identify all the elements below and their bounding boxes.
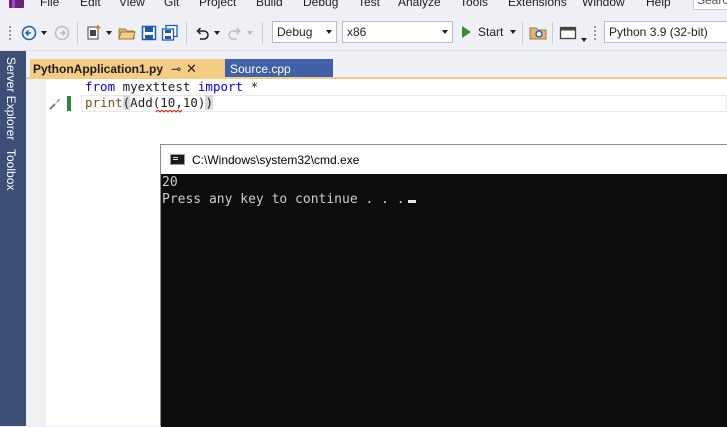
visual-studio-logo-icon xyxy=(9,0,24,8)
configuration-value: Debug xyxy=(277,25,313,39)
menu-project[interactable]: Project xyxy=(199,0,236,9)
menu-extensions[interactable]: Extensions xyxy=(508,0,567,9)
chevron-down-icon xyxy=(442,30,448,34)
window-layout-icon[interactable] xyxy=(559,24,577,42)
tab-source-cpp[interactable]: Source.cpp xyxy=(225,59,333,78)
brace-match-close: ) xyxy=(205,95,213,110)
keyword-from: from xyxy=(85,79,116,94)
code-line-1: from myexttest import * xyxy=(85,79,258,95)
toolbar-separator xyxy=(186,22,187,44)
start-label: Start xyxy=(478,25,504,39)
document-tab-strip: PythonApplication1.py ⊸ ✕ Source.cpp xyxy=(26,51,727,78)
side-tool-window-strip: Server Explorer Toolbox xyxy=(0,51,26,426)
python-environment-value: Python 3.9 (32-bit) xyxy=(609,25,708,39)
search-input[interactable]: Searc xyxy=(693,0,727,10)
tab-python-application[interactable]: PythonApplication1.py ⊸ ✕ xyxy=(30,59,225,78)
menu-help[interactable]: Help xyxy=(646,0,671,9)
new-project-icon[interactable] xyxy=(84,24,104,42)
console-line-with-cursor: Press any key to continue . . . xyxy=(161,191,727,208)
menu-tools[interactable]: Tools xyxy=(460,0,488,9)
console-output[interactable]: 20 Press any key to continue . . . xyxy=(161,174,727,427)
toolbar-grip xyxy=(592,24,598,42)
redo-icon[interactable] xyxy=(226,24,244,42)
undo-dropdown-icon[interactable] xyxy=(213,24,221,42)
toolbar-grip xyxy=(5,24,17,42)
pin-icon[interactable]: ⊸ xyxy=(171,62,181,76)
save-icon[interactable] xyxy=(140,24,158,42)
keyword-import: import xyxy=(197,79,244,94)
menu-view[interactable]: View xyxy=(119,0,145,9)
function-print: print xyxy=(85,95,123,110)
python-environment-select[interactable]: Python 3.9 (32-bit) xyxy=(604,21,727,43)
module-name: myexttest xyxy=(115,79,198,94)
back-dropdown-icon[interactable] xyxy=(40,24,48,42)
navigate-back-icon[interactable] xyxy=(20,24,38,42)
chevron-down-icon xyxy=(326,30,332,34)
menu-test[interactable]: Test xyxy=(358,0,380,9)
add-call: Add(10,10) xyxy=(130,95,206,110)
open-file-icon[interactable] xyxy=(118,24,136,42)
toolbar-separator xyxy=(262,22,263,44)
text-cursor xyxy=(407,200,416,203)
menu-git[interactable]: Git xyxy=(164,0,179,9)
browse-folder-icon[interactable] xyxy=(529,24,547,42)
code-line-2: print(Add(10,10)) xyxy=(85,95,213,111)
platform-value: x86 xyxy=(347,25,367,39)
save-all-icon[interactable] xyxy=(161,24,179,42)
start-debugging-button[interactable]: Start xyxy=(458,21,517,43)
undo-icon[interactable] xyxy=(193,24,211,42)
change-tracking-bar xyxy=(67,96,71,111)
menu-build[interactable]: Build xyxy=(256,0,283,9)
toolbar-separator xyxy=(522,22,523,44)
menu-file[interactable]: File xyxy=(40,0,59,9)
platform-select[interactable]: x86 xyxy=(342,21,453,43)
close-icon[interactable]: ✕ xyxy=(186,61,197,77)
redo-dropdown-icon[interactable] xyxy=(246,24,254,42)
menu-bar: File Edit View Git Project Build Debug T… xyxy=(0,0,727,12)
toolbox-tab[interactable]: Toolbox xyxy=(4,149,18,190)
menu-analyze[interactable]: Analyze xyxy=(398,0,441,9)
console-line: 20 xyxy=(162,175,178,190)
new-dropdown-icon[interactable] xyxy=(105,24,113,42)
console-line: Press any key to continue . . . xyxy=(162,192,405,207)
start-dropdown-icon[interactable] xyxy=(510,30,517,34)
standard-toolbar: Debug x86 Start Python 3.9 (32-bit) xyxy=(0,13,727,51)
tab-label: Source.cpp xyxy=(230,61,291,76)
import-star: * xyxy=(243,79,259,94)
console-window[interactable]: C:\Windows\system32\cmd.exe 20 Press any… xyxy=(160,144,727,427)
console-title-bar[interactable]: C:\Windows\system32\cmd.exe xyxy=(161,145,727,174)
menu-edit[interactable]: Edit xyxy=(80,0,101,9)
console-title: C:\Windows\system32\cmd.exe xyxy=(192,152,360,167)
menu-debug[interactable]: Debug xyxy=(303,0,338,9)
toolbar-separator xyxy=(77,22,78,44)
layout-dropdown-icon[interactable] xyxy=(580,31,588,49)
quick-action-brush-icon[interactable] xyxy=(48,97,62,111)
menu-window[interactable]: Window xyxy=(582,0,625,9)
navigate-forward-icon[interactable] xyxy=(53,24,71,42)
server-explorer-tab[interactable]: Server Explorer xyxy=(4,57,18,140)
editor-margin xyxy=(26,79,46,426)
play-icon xyxy=(462,26,471,38)
console-app-icon xyxy=(170,154,185,165)
toolbar-separator xyxy=(552,22,553,44)
tab-label: PythonApplication1.py xyxy=(33,61,164,76)
error-squiggle xyxy=(156,110,182,113)
configuration-select[interactable]: Debug xyxy=(272,21,337,43)
